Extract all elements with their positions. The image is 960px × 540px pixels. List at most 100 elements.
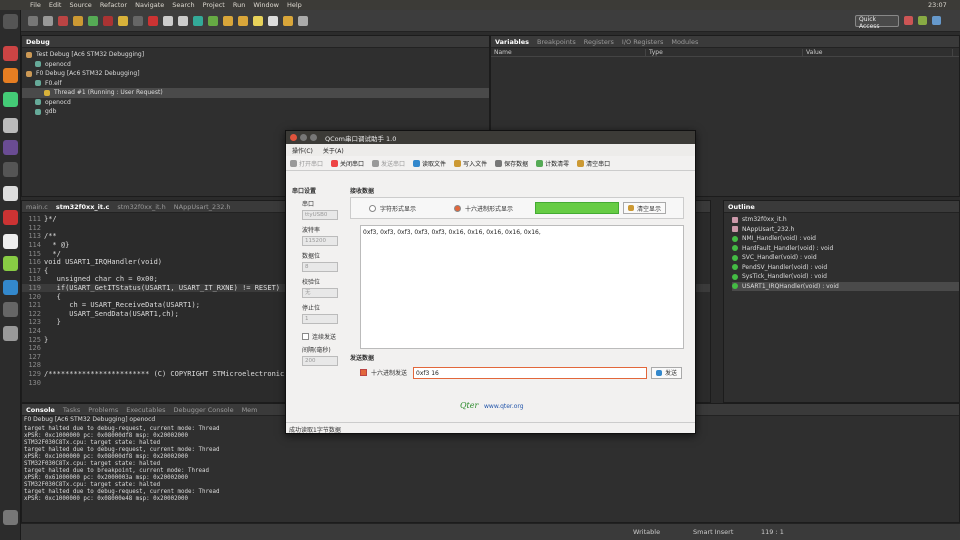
- save-icon[interactable]: [43, 15, 53, 26]
- tab-outline[interactable]: Outline: [728, 203, 755, 211]
- debug-tree-item[interactable]: F0.elf: [22, 79, 489, 89]
- console-tab-executables[interactable]: Executables: [126, 406, 165, 414]
- menu-refactor[interactable]: Refactor: [100, 1, 127, 9]
- console-tab-mem[interactable]: Mem: [242, 406, 258, 414]
- editor-tab-main-c[interactable]: main.c: [26, 203, 48, 211]
- quick-access-input[interactable]: Quick Access: [855, 15, 899, 30]
- minimize-icon[interactable]: [300, 134, 307, 141]
- editor-tab-nappusart-232-h[interactable]: NAppUsart_232.h: [174, 203, 231, 211]
- console-tab-console[interactable]: Console: [26, 406, 55, 414]
- outline-item[interactable]: NAppUsart_232.h: [732, 225, 959, 235]
- software-icon[interactable]: [3, 118, 18, 133]
- qter-url[interactable]: www.qter.org: [484, 403, 524, 410]
- menu-file[interactable]: File: [30, 1, 41, 9]
- search-icon[interactable]: [238, 15, 248, 26]
- qcom-menu-item[interactable]: 操作(C): [292, 146, 313, 155]
- app-icon[interactable]: [3, 186, 18, 201]
- debug-icon[interactable]: [88, 15, 98, 26]
- tab-i-o-registers[interactable]: I/O Registers: [622, 38, 663, 46]
- app2-icon[interactable]: [3, 210, 18, 225]
- hammer-icon[interactable]: [73, 15, 83, 26]
- trash-icon[interactable]: [3, 510, 18, 525]
- outline-item[interactable]: NMI_Handler(void) : void: [732, 234, 959, 244]
- editor-tab-stm32f0xx-it-c[interactable]: stm32f0xx_it.c: [56, 203, 109, 211]
- hex-send-checkbox[interactable]: [360, 369, 367, 376]
- tab-breakpoints[interactable]: Breakpoints: [537, 38, 576, 46]
- qcom-toolbar-button[interactable]: 打开串口: [290, 159, 323, 168]
- console-tab-debugger-console[interactable]: Debugger Console: [174, 406, 234, 414]
- baud-select[interactable]: 115200: [302, 236, 338, 246]
- menu-window[interactable]: Window: [253, 1, 279, 9]
- tab-variables[interactable]: Variables: [495, 38, 529, 46]
- editor-tab-stm32f0xx-it-h[interactable]: stm32f0xx_it.h: [117, 203, 165, 211]
- debug-tree-item[interactable]: Test Debug [Ac6 STM32 Debugging]: [22, 50, 489, 60]
- qcom-toolbar-button[interactable]: 发送串口: [372, 159, 405, 168]
- outline-item[interactable]: SysTick_Handler(void) : void: [732, 272, 959, 282]
- android-icon[interactable]: [3, 92, 18, 107]
- step-over-icon[interactable]: [178, 15, 188, 26]
- interval-input[interactable]: 200: [302, 356, 338, 366]
- debug-tree-item[interactable]: openocd: [22, 60, 489, 70]
- tab-debug[interactable]: Debug: [26, 38, 50, 46]
- outline-item[interactable]: stm32f0xx_it.h: [732, 215, 959, 225]
- open-type-icon[interactable]: [223, 15, 233, 26]
- menu-edit[interactable]: Edit: [49, 1, 62, 9]
- run-icon[interactable]: [193, 15, 203, 26]
- outline-item[interactable]: SVC_Handler(void) : void: [732, 253, 959, 263]
- word-icon[interactable]: [3, 280, 18, 295]
- outline-item[interactable]: PendSV_Handler(void) : void: [732, 263, 959, 273]
- cpp-perspective-icon[interactable]: [918, 16, 927, 25]
- receive-textarea[interactable]: 0xf3, 0xf3, 0xf3, 0xf3, 0xf3, 0x16, 0x16…: [360, 225, 684, 349]
- step-into-icon[interactable]: [163, 15, 173, 26]
- tab-registers[interactable]: Registers: [584, 38, 614, 46]
- terminal-icon[interactable]: [3, 162, 18, 177]
- debug-tree-item[interactable]: gdb: [22, 107, 489, 117]
- build-icon[interactable]: [58, 15, 68, 26]
- eclipse-icon[interactable]: [3, 140, 18, 155]
- menu-project[interactable]: Project: [203, 1, 225, 9]
- stop-bits-select[interactable]: 1: [302, 314, 338, 324]
- menu-help[interactable]: Help: [287, 1, 302, 9]
- terminate-icon[interactable]: [148, 15, 158, 26]
- debug-as-icon[interactable]: [208, 15, 218, 26]
- char-mode-radio[interactable]: [369, 204, 376, 212]
- qcom-toolbar-button[interactable]: 清空串口: [577, 159, 610, 168]
- console-tab-problems[interactable]: Problems: [88, 406, 118, 414]
- resume-icon[interactable]: [118, 15, 128, 26]
- app4-icon[interactable]: [3, 256, 18, 271]
- new-icon[interactable]: [28, 15, 38, 26]
- suspend-icon[interactable]: [133, 15, 143, 26]
- menu-navigate[interactable]: Navigate: [135, 1, 164, 9]
- debug-tree-item[interactable]: Thread #1 (Running : User Request): [22, 88, 489, 98]
- back-icon[interactable]: [283, 15, 293, 26]
- continuous-checkbox[interactable]: [302, 333, 309, 340]
- app6-icon[interactable]: [3, 326, 18, 341]
- hex-mode-radio[interactable]: [454, 204, 462, 212]
- close-icon[interactable]: [290, 134, 297, 141]
- clear-display-button[interactable]: 清空显示: [623, 202, 667, 214]
- dash-icon[interactable]: [3, 14, 18, 29]
- files-icon[interactable]: [3, 46, 18, 61]
- parity-select[interactable]: 无: [302, 288, 338, 298]
- firefox-icon[interactable]: [3, 68, 18, 83]
- app5-icon[interactable]: [3, 302, 18, 317]
- send-input[interactable]: 0xf3 16: [413, 366, 648, 379]
- outline-item[interactable]: USART1_IRQHandler(void) : void: [732, 281, 959, 291]
- send-button[interactable]: 发送: [651, 366, 683, 379]
- maximize-icon[interactable]: [310, 134, 317, 141]
- menu-search[interactable]: Search: [172, 1, 194, 9]
- data-bits-select[interactable]: 8: [302, 262, 338, 272]
- menu-run[interactable]: Run: [233, 1, 245, 9]
- debug-tree-item[interactable]: openocd: [22, 98, 489, 108]
- tab-modules[interactable]: Modules: [671, 38, 698, 46]
- app3-icon[interactable]: [3, 234, 18, 249]
- qcom-toolbar-button[interactable]: 读取文件: [413, 159, 446, 168]
- qcom-toolbar-button[interactable]: 计数清零: [536, 159, 569, 168]
- stop-icon[interactable]: [103, 15, 113, 26]
- qcom-menu-item[interactable]: 关于(A): [323, 146, 344, 155]
- qcom-toolbar-button[interactable]: 关闭串口: [331, 159, 364, 168]
- debug-perspective-icon[interactable]: [932, 16, 941, 25]
- perspective-icon[interactable]: [904, 16, 913, 25]
- highlight-icon[interactable]: [253, 15, 263, 26]
- qcom-toolbar-button[interactable]: 写入文件: [454, 159, 487, 168]
